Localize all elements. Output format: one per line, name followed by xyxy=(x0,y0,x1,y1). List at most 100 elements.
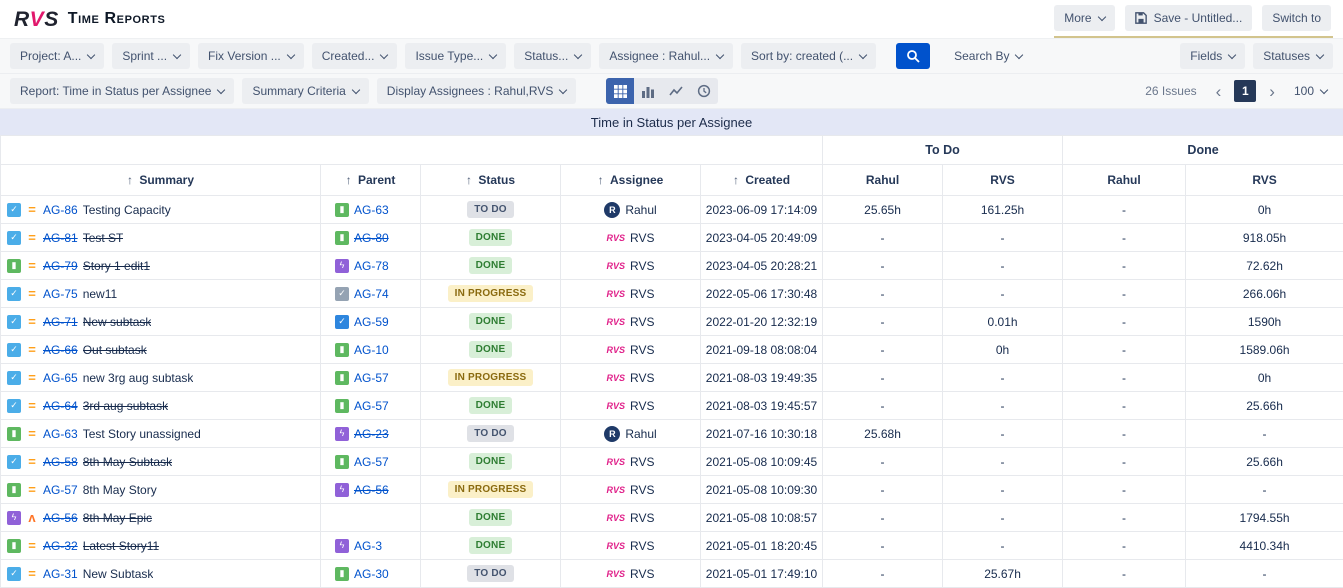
priority-medium-icon: = xyxy=(26,231,38,244)
switch-to-button[interactable]: Switch to xyxy=(1262,5,1331,31)
chevron-down-icon xyxy=(173,50,181,58)
sort-by-filter[interactable]: Sort by: created (... xyxy=(741,43,876,69)
hours-cell: 72.62h xyxy=(1186,252,1343,280)
summary-cell: ▮=AG-79Story 1 edit1 xyxy=(1,252,321,280)
parent-key-link[interactable]: AG-30 xyxy=(354,567,389,581)
chevron-down-icon xyxy=(87,50,95,58)
table-view-icon[interactable] xyxy=(606,78,634,104)
summary-cell: ϟʌAG-568th May Epic xyxy=(1,504,321,532)
prev-page-button[interactable]: ‹ xyxy=(1211,83,1227,100)
parent-key-link[interactable]: AG-56 xyxy=(354,483,389,497)
time-view-icon[interactable] xyxy=(690,78,718,104)
parent-cell: ▮AG-63 xyxy=(321,196,421,224)
issue-key-link[interactable]: AG-81 xyxy=(43,231,78,245)
parent-key-link[interactable]: AG-80 xyxy=(354,231,389,245)
assignee-cell: RVSRVS xyxy=(561,504,701,532)
search-button[interactable] xyxy=(896,43,930,69)
hours-cell: - xyxy=(823,252,943,280)
issue-key-link[interactable]: AG-56 xyxy=(43,511,78,525)
hours-cell: - xyxy=(1063,364,1186,392)
issue-key-link[interactable]: AG-58 xyxy=(43,455,78,469)
chevron-down-icon xyxy=(380,50,388,58)
hours-cell: 1590h xyxy=(1186,308,1343,336)
statuses-dropdown[interactable]: Statuses xyxy=(1253,43,1333,69)
story-issue-type-icon: ▮ xyxy=(335,399,349,413)
parent-key-link[interactable]: AG-63 xyxy=(354,203,389,217)
hours-cell: 161.25h xyxy=(943,196,1063,224)
hours-cell: 918.05h xyxy=(1186,224,1343,252)
issue-key-link[interactable]: AG-79 xyxy=(43,259,78,273)
issue-key-link[interactable]: AG-64 xyxy=(43,399,78,413)
group-header-row: To DoDone xyxy=(1,136,1343,165)
column-header-assignee[interactable]: ↑ Assignee xyxy=(561,165,701,196)
project-filter[interactable]: Project: A... xyxy=(10,43,104,69)
assignee-cell: RVSRVS xyxy=(561,252,701,280)
app-title: Time Reports xyxy=(68,10,166,28)
assignee-logo-rvs: RVS xyxy=(607,233,626,243)
status-badge: TO DO xyxy=(467,425,513,442)
issue-key-link[interactable]: AG-71 xyxy=(43,315,78,329)
status-filter[interactable]: Status... xyxy=(514,43,591,69)
issue-type-filter[interactable]: Issue Type... xyxy=(405,43,506,69)
next-page-button[interactable]: › xyxy=(1264,83,1280,100)
created-filter[interactable]: Created... xyxy=(312,43,398,69)
hours-cell: 266.06h xyxy=(1186,280,1343,308)
report-dropdown[interactable]: Report: Time in Status per Assignee xyxy=(10,78,234,104)
chevron-down-icon xyxy=(1097,12,1105,20)
fields-dropdown[interactable]: Fields xyxy=(1180,43,1245,69)
assignee-filter[interactable]: Assignee : Rahul... xyxy=(599,43,733,69)
epic-issue-type-icon: ϟ xyxy=(335,259,349,273)
priority-medium-icon: = xyxy=(26,455,38,468)
issue-key-link[interactable]: AG-63 xyxy=(43,427,78,441)
page-size-dropdown[interactable]: 100 xyxy=(1288,83,1333,99)
issue-key-link[interactable]: AG-86 xyxy=(43,203,78,217)
status-badge: IN PROGRESS xyxy=(448,369,534,386)
parent-key-link[interactable]: AG-57 xyxy=(354,371,389,385)
current-page[interactable]: 1 xyxy=(1234,80,1256,102)
hours-cell: - xyxy=(823,392,943,420)
fix-version-filter[interactable]: Fix Version ... xyxy=(198,43,304,69)
status-cell: DONE xyxy=(421,392,561,420)
issue-summary: 8th May Epic xyxy=(83,511,152,525)
parent-key-link[interactable]: AG-78 xyxy=(354,259,389,273)
save-button[interactable]: Save - Untitled... xyxy=(1125,5,1253,31)
subtask-issue-type-icon: ✓ xyxy=(7,287,21,301)
priority-medium-icon: = xyxy=(26,483,38,496)
column-label: RVS xyxy=(990,173,1014,187)
bar-chart-view-icon[interactable] xyxy=(634,78,662,104)
status-cell: DONE xyxy=(421,532,561,560)
assignee-logo-rvs: RVS xyxy=(607,289,626,299)
status-cell: DONE xyxy=(421,448,561,476)
issue-summary: 8th May Subtask xyxy=(83,455,172,469)
parent-key-link[interactable]: AG-57 xyxy=(354,455,389,469)
parent-key-link[interactable]: AG-3 xyxy=(354,539,382,553)
issue-key-link[interactable]: AG-65 xyxy=(43,371,78,385)
story-issue-type-icon: ▮ xyxy=(335,455,349,469)
more-button[interactable]: More xyxy=(1054,5,1114,31)
column-header-created[interactable]: ↑ Created xyxy=(701,165,823,196)
issue-key-link[interactable]: AG-57 xyxy=(43,483,78,497)
filter-label: Status... xyxy=(524,49,568,63)
hours-cell: - xyxy=(1063,224,1186,252)
parent-key-link[interactable]: AG-59 xyxy=(354,315,389,329)
display-assignees-dropdown[interactable]: Display Assignees : Rahul,RVS xyxy=(377,78,577,104)
parent-cell: ✓AG-59 xyxy=(321,308,421,336)
parent-key-link[interactable]: AG-23 xyxy=(354,427,389,441)
issue-key-link[interactable]: AG-66 xyxy=(43,343,78,357)
issue-summary: Test Story unassigned xyxy=(83,427,201,441)
issue-key-link[interactable]: AG-31 xyxy=(43,567,78,581)
parent-key-link[interactable]: AG-74 xyxy=(354,287,389,301)
created-cell: 2021-05-08 10:09:30 xyxy=(701,476,823,504)
column-header-summary[interactable]: ↑ Summary xyxy=(1,165,321,196)
column-header-status[interactable]: ↑ Status xyxy=(421,165,561,196)
parent-key-link[interactable]: AG-10 xyxy=(354,343,389,357)
summary-criteria-dropdown[interactable]: Summary Criteria xyxy=(242,78,368,104)
sprint-filter[interactable]: Sprint ... xyxy=(112,43,190,69)
column-header-parent[interactable]: ↑ Parent xyxy=(321,165,421,196)
line-chart-view-icon[interactable] xyxy=(662,78,690,104)
parent-key-link[interactable]: AG-57 xyxy=(354,399,389,413)
status-cell: DONE xyxy=(421,252,561,280)
search-by-dropdown[interactable]: Search By xyxy=(948,48,1028,64)
issue-key-link[interactable]: AG-75 xyxy=(43,287,78,301)
issue-key-link[interactable]: AG-32 xyxy=(43,539,78,553)
